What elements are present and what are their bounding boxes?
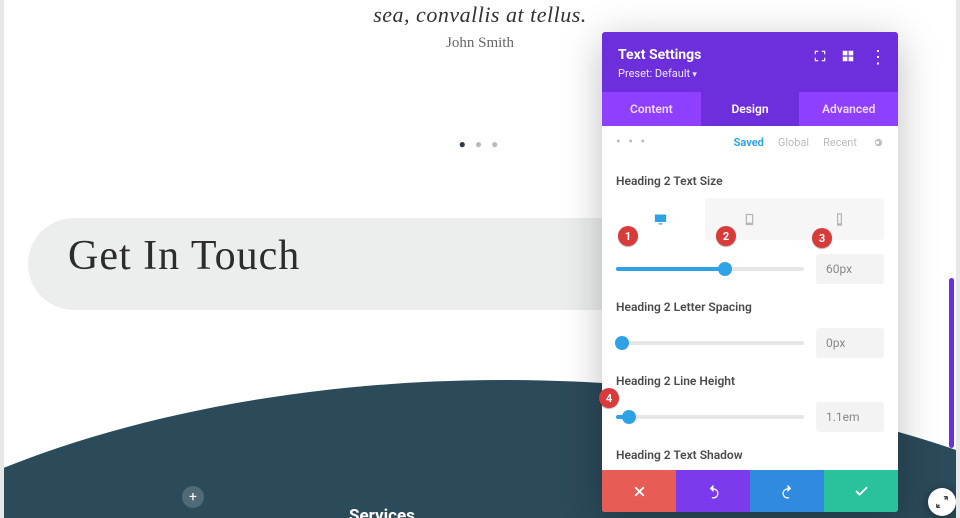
letter-spacing-slider[interactable] — [616, 341, 804, 345]
expand-icon[interactable] — [813, 48, 827, 67]
device-tab-phone[interactable] — [795, 198, 884, 240]
preset-more-icon[interactable]: • • • — [616, 134, 720, 150]
heading-get-in-touch: Get In Touch — [68, 232, 300, 280]
grid-icon[interactable] — [841, 48, 855, 67]
line-height-slider[interactable] — [616, 415, 804, 419]
letter-spacing-value[interactable]: 0px — [816, 328, 884, 358]
panel-scrollbar[interactable] — [949, 278, 954, 448]
expand-corner-button[interactable] — [928, 488, 956, 516]
preset-dropdown[interactable]: Preset: Default — [618, 67, 882, 80]
annotation-2: 2 — [716, 226, 736, 246]
add-section-button[interactable]: + — [182, 486, 204, 508]
more-menu-icon[interactable]: ⋮ — [869, 51, 886, 65]
panel-footer — [602, 470, 898, 512]
text-size-slider[interactable] — [616, 267, 804, 271]
line-height-value[interactable]: 1.1em — [816, 402, 884, 432]
label-text-shadow: Heading 2 Text Shadow — [616, 448, 884, 462]
panel-tabs: Content Design Advanced — [602, 92, 898, 126]
label-line-height: Heading 2 Line Height — [616, 374, 884, 388]
line-height-slider-row: 1.1em — [616, 402, 884, 432]
redo-icon — [780, 484, 795, 499]
preset-filter-saved[interactable]: Saved — [734, 136, 764, 149]
close-icon — [632, 484, 647, 499]
testimonial-quote-tail: sea, convallis at tellus. — [4, 2, 956, 28]
text-size-value[interactable]: 60px — [816, 254, 884, 284]
tab-content[interactable]: Content — [602, 92, 701, 126]
undo-icon — [706, 484, 721, 499]
annotation-1: 1 — [618, 226, 638, 246]
footer-heading-services: Services — [349, 506, 415, 518]
module-settings-panel: Text Settings Preset: Default ⋮ Content … — [602, 32, 898, 512]
panel-header: Text Settings Preset: Default ⋮ — [602, 32, 898, 92]
label-letter-spacing: Heading 2 Letter Spacing — [616, 300, 884, 314]
tab-advanced[interactable]: Advanced — [799, 92, 898, 126]
phone-icon — [832, 212, 847, 227]
tablet-icon — [742, 212, 757, 227]
responsive-tabs — [616, 198, 884, 240]
undo-button[interactable] — [676, 470, 750, 512]
discard-button[interactable] — [602, 470, 676, 512]
annotation-4: 4 — [599, 388, 619, 408]
letter-spacing-slider-row: 0px — [616, 328, 884, 358]
text-size-slider-row: 60px — [616, 254, 884, 284]
gear-icon[interactable] — [871, 136, 884, 149]
annotation-3: 3 — [812, 228, 832, 248]
label-text-size: Heading 2 Text Size — [616, 174, 884, 188]
save-button[interactable] — [824, 470, 898, 512]
preset-filter-recent[interactable]: Recent — [823, 136, 857, 149]
tab-design[interactable]: Design — [701, 92, 800, 126]
desktop-icon — [653, 212, 668, 227]
preset-filter-row: • • • Saved Global Recent — [602, 126, 898, 158]
redo-button[interactable] — [750, 470, 824, 512]
preset-filter-global[interactable]: Global — [778, 136, 809, 149]
check-icon — [854, 484, 869, 499]
